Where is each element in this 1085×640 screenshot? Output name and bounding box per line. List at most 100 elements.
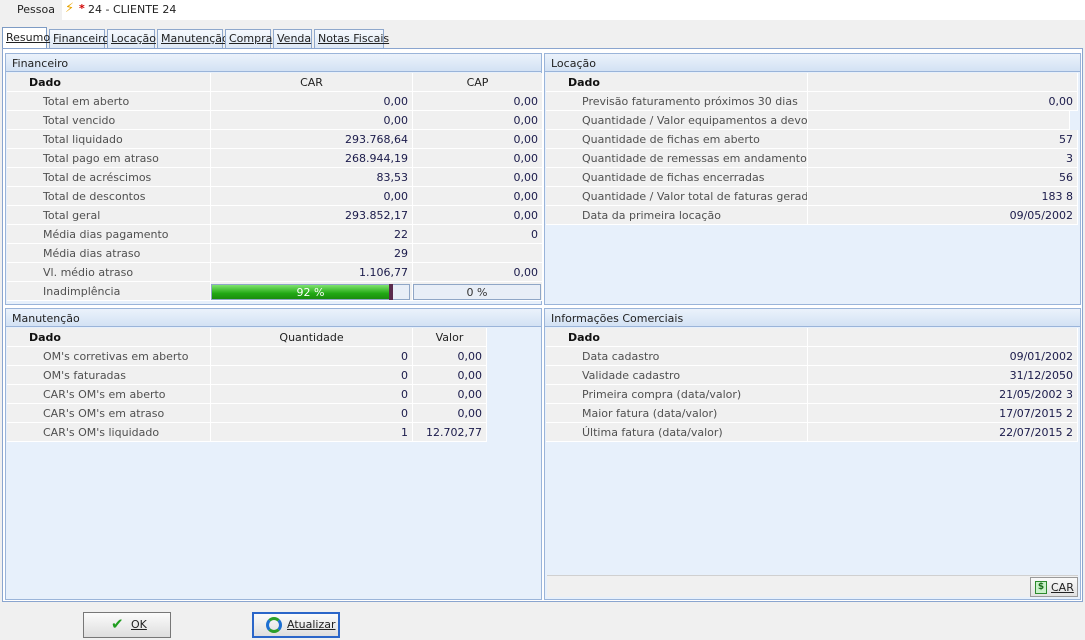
tab-locacao[interactable]: Locação bbox=[107, 29, 156, 48]
column-header-value bbox=[808, 73, 1078, 92]
valor-value: 0,00 bbox=[413, 366, 487, 385]
tab-resumo[interactable]: Resumo bbox=[2, 27, 50, 48]
row-label: Última fatura (data/valor) bbox=[546, 423, 808, 442]
car-value: 22 bbox=[211, 225, 413, 244]
row-label: Previsão faturamento próximos 30 dias bbox=[546, 92, 808, 111]
column-header-dado: Dado bbox=[7, 73, 211, 92]
row-label: CAR's OM's liquidado bbox=[7, 423, 211, 442]
row-value: 3 bbox=[808, 149, 1078, 168]
pessoa-bar: Pessoa ⚡ * 24 - CLIENTE 24 bbox=[0, 0, 1085, 20]
row-value: 09/05/2002 bbox=[808, 206, 1078, 225]
valor-value: 0,00 bbox=[413, 385, 487, 404]
pessoa-field[interactable]: ⚡ * 24 - CLIENTE 24 bbox=[62, 0, 1085, 20]
row-label: Total pago em atraso bbox=[7, 149, 211, 168]
column-header-dado: Dado bbox=[546, 73, 808, 92]
cap-value: 0,00 bbox=[413, 149, 543, 168]
column-header-valor: Valor bbox=[413, 328, 487, 347]
row-label: OM's corretivas em aberto bbox=[7, 347, 211, 366]
row-value: 183 8 bbox=[808, 187, 1078, 206]
row-label: Maior fatura (data/valor) bbox=[546, 404, 808, 423]
cap-progress-bar: 0 % bbox=[413, 284, 541, 300]
row-label: Quantidade de fichas encerradas bbox=[546, 168, 808, 187]
cap-value bbox=[413, 244, 543, 263]
car-value: 293.768,64 bbox=[211, 130, 413, 149]
car-button[interactable]: $ CAR bbox=[1030, 577, 1078, 597]
tab-content-resumo: Financeiro Dado CAR CAP Total em aberto … bbox=[2, 48, 1083, 602]
row-label: Total geral bbox=[7, 206, 211, 225]
row-label: Data cadastro bbox=[546, 347, 808, 366]
car-progress-text: 92 % bbox=[296, 286, 325, 299]
tab-venda[interactable]: Venda bbox=[273, 29, 312, 48]
required-star-icon: * bbox=[79, 2, 85, 15]
pessoa-value: 24 - CLIENTE 24 bbox=[88, 3, 177, 16]
checkmark-icon: ✔ bbox=[111, 615, 124, 633]
valor-value: 0,00 bbox=[413, 404, 487, 423]
row-value: 56 bbox=[808, 168, 1078, 187]
row-label: Quantidade de remessas em andamento bbox=[546, 149, 808, 168]
car-button-label: CAR bbox=[1051, 581, 1074, 594]
car-value: 0,00 bbox=[211, 92, 413, 111]
row-value: 21/05/2002 3 bbox=[808, 385, 1078, 404]
cap-value: 0,00 bbox=[413, 130, 543, 149]
row-label: Quantidade / Valor total de faturas gera… bbox=[546, 187, 808, 206]
row-label: Vl. médio atraso bbox=[7, 263, 211, 282]
quantidade-value: 0 bbox=[211, 366, 413, 385]
row-label: Quantidade / Valor equipamentos a devolv… bbox=[546, 111, 808, 130]
row-value: 31/12/2050 bbox=[808, 366, 1078, 385]
tab-manutencao[interactable]: Manutenção bbox=[157, 29, 229, 48]
column-header-dado: Dado bbox=[546, 328, 808, 347]
car-value: 29 bbox=[211, 244, 413, 263]
manutencao-panel: Manutenção Dado Quantidade Valor OM's co… bbox=[5, 308, 542, 600]
row-label: Total vencido bbox=[7, 111, 211, 130]
row-label: Média dias atraso bbox=[7, 244, 211, 263]
row-label: Total de acréscimos bbox=[7, 168, 211, 187]
tab-compra[interactable]: Compra bbox=[225, 29, 272, 48]
atualizar-button[interactable]: Atualizar bbox=[252, 612, 340, 638]
cap-value: 0,00 bbox=[413, 111, 543, 130]
manutencao-title: Manutenção bbox=[6, 309, 541, 327]
ok-button-label: OK bbox=[131, 618, 147, 631]
financeiro-title: Financeiro bbox=[6, 54, 541, 72]
cap-progress-text: 0 % bbox=[466, 286, 488, 299]
row-value: 09/01/2002 bbox=[808, 347, 1078, 366]
car-value: 83,53 bbox=[211, 168, 413, 187]
row-label: Data da primeira locação bbox=[546, 206, 808, 225]
cap-value: 0 bbox=[413, 225, 543, 244]
row-value: 22/07/2015 2 bbox=[808, 423, 1078, 442]
tab-financeiro[interactable]: Financeiro bbox=[49, 29, 109, 48]
ok-button[interactable]: ✔ OK bbox=[83, 612, 171, 638]
row-label: Média dias pagamento bbox=[7, 225, 211, 244]
pessoa-label: Pessoa bbox=[17, 3, 55, 16]
column-header-cap: CAP bbox=[413, 73, 543, 92]
comerciais-title: Informações Comerciais bbox=[545, 309, 1080, 327]
row-value: 17/07/2015 2 bbox=[808, 404, 1078, 423]
car-value: 0,00 bbox=[211, 111, 413, 130]
row-label: Total de descontos bbox=[7, 187, 211, 206]
column-header-car: CAR bbox=[211, 73, 413, 92]
car-progress-bar: 92 % bbox=[211, 284, 410, 300]
cap-value: 0,00 bbox=[413, 187, 543, 206]
quantidade-value: 0 bbox=[211, 347, 413, 366]
row-label: Validade cadastro bbox=[546, 366, 808, 385]
row-value bbox=[808, 111, 1070, 130]
quantidade-value: 0 bbox=[211, 385, 413, 404]
row-value: 57 bbox=[808, 130, 1078, 149]
atualizar-button-label: Atualizar bbox=[287, 618, 336, 631]
row-label: Quantidade de fichas em aberto bbox=[546, 130, 808, 149]
row-label: Total em aberto bbox=[7, 92, 211, 111]
locacao-title: Locação bbox=[545, 54, 1080, 72]
cap-value: 0,00 bbox=[413, 263, 543, 282]
valor-value: 0,00 bbox=[413, 347, 487, 366]
row-label: Total liquidado bbox=[7, 130, 211, 149]
lightning-icon[interactable]: ⚡ bbox=[65, 1, 74, 16]
tab-notas-fiscais[interactable]: Notas Fiscais bbox=[314, 29, 389, 48]
car-value: 1.106,77 bbox=[211, 263, 413, 282]
row-label: OM's faturadas bbox=[7, 366, 211, 385]
car-value: 293.852,17 bbox=[211, 206, 413, 225]
car-value: 0,00 bbox=[211, 187, 413, 206]
row-label: CAR's OM's em atraso bbox=[7, 404, 211, 423]
row-label: Inadimplência bbox=[7, 282, 211, 301]
quantidade-value: 0 bbox=[211, 404, 413, 423]
cap-value: 0,00 bbox=[413, 168, 543, 187]
locacao-panel: Locação Dado Previsão faturamento próxim… bbox=[544, 53, 1081, 305]
